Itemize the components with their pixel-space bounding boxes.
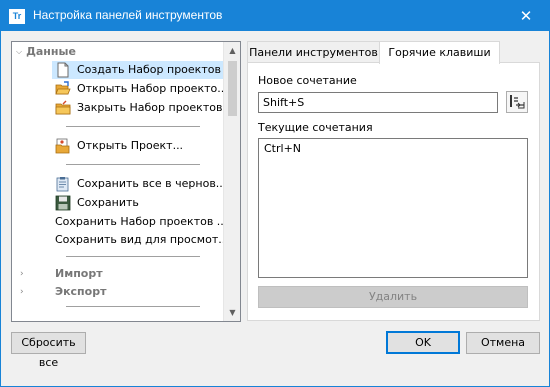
title-bar: Tr Настройка панелей инструментов ✕ (1, 1, 549, 31)
chevron-right-icon[interactable]: › (20, 265, 30, 283)
tree-separator (66, 164, 200, 165)
new-combination-label: Новое сочетание (258, 74, 357, 87)
tree-separator (66, 126, 200, 127)
tree-separator (66, 256, 200, 257)
tree-category-label: Экспорт (55, 285, 107, 298)
tree-scrollbar[interactable]: ▲ ▼ (223, 42, 240, 321)
list-item[interactable]: Ctrl+N (259, 139, 527, 158)
tree-item-close-project-set[interactable]: Закрыть Набор проектов (55, 99, 222, 117)
tree-item-open-project-set[interactable]: Открыть Набор проекто... (55, 80, 228, 98)
tree-item-open-project[interactable]: Открыть Проект... (55, 137, 183, 155)
assign-shortcut-icon (510, 95, 525, 109)
new-combination-input[interactable]: Shift+S (258, 92, 498, 113)
tree-category-label: Данные (26, 45, 76, 58)
save-icon (55, 195, 71, 211)
tree-item-save-all-drafts[interactable]: Сохранить все в чернов... (55, 175, 226, 193)
reset-all-button[interactable]: Сбросить все (11, 332, 86, 369)
tab-toolbars[interactable]: Панели инструментов (247, 41, 380, 63)
tree-item-label: Открыть Набор проекто... (77, 82, 228, 95)
scroll-down-icon[interactable]: ▼ (224, 304, 240, 321)
open-folder-icon (55, 81, 71, 95)
tree-category-export[interactable]: › Экспорт (12, 283, 222, 301)
new-document-icon (57, 62, 69, 78)
scroll-up-icon[interactable]: ▲ (224, 42, 240, 59)
chevron-down-icon[interactable]: ⌵ (16, 43, 22, 61)
tree-item-save[interactable]: Сохранить (55, 194, 139, 212)
tree-item-label: Создать Набор проектов (77, 63, 221, 76)
open-project-icon (55, 138, 70, 154)
close-button[interactable]: ✕ (503, 1, 549, 31)
cancel-button[interactable]: Отмена (466, 332, 540, 354)
toolbar-settings-dialog: Tr Настройка панелей инструментов ✕ ⌵ Дан… (0, 0, 550, 387)
scrollbar-thumb[interactable] (228, 61, 237, 116)
close-folder-icon (55, 100, 71, 115)
assign-combination-button[interactable] (506, 91, 528, 113)
tree-item-label: Сохранить все в чернов... (77, 177, 227, 190)
window-title: Настройка панелей инструментов (33, 8, 223, 22)
tree-separator (66, 306, 200, 307)
save-drafts-icon (56, 177, 69, 192)
tree-item-label: Сохранить (77, 196, 139, 209)
hotkeys-panel: Новое сочетание Shift+S Текущие сочетани… (247, 62, 540, 321)
chevron-right-icon[interactable]: › (20, 283, 30, 301)
tree-item-create-project-set[interactable]: Создать Набор проектов (52, 61, 225, 79)
current-combinations-list[interactable]: Ctrl+N (258, 138, 528, 278)
delete-button[interactable]: Удалить (258, 286, 528, 308)
tree-item-label: Закрыть Набор проектов (77, 101, 223, 114)
tree-category-label: Импорт (55, 267, 103, 280)
commands-tree[interactable]: ⌵ Данные Создать Набор проектов Открыть Н… (11, 41, 241, 322)
tree-category-data[interactable]: ⌵ Данные (16, 43, 76, 61)
app-logo-icon: Tr (9, 9, 25, 24)
current-combinations-label: Текущие сочетания (258, 121, 373, 134)
ok-button[interactable]: OK (386, 331, 460, 354)
tree-item-label: Сохранить вид для просмот... (55, 233, 229, 246)
tree-item-save-view[interactable]: Сохранить вид для просмот... (55, 231, 229, 249)
tab-hotkeys[interactable]: Горячие клавиши (379, 41, 500, 64)
tree-item-label: Открыть Проект... (77, 139, 184, 152)
settings-tabs: Панели инструментов Горячие клавиши (247, 41, 540, 64)
tree-category-import[interactable]: › Импорт (12, 265, 222, 283)
tree-item-label: Сохранить Набор проектов ... (55, 215, 228, 228)
tree-item-save-project-set-as[interactable]: Сохранить Набор проектов ... (55, 213, 227, 231)
